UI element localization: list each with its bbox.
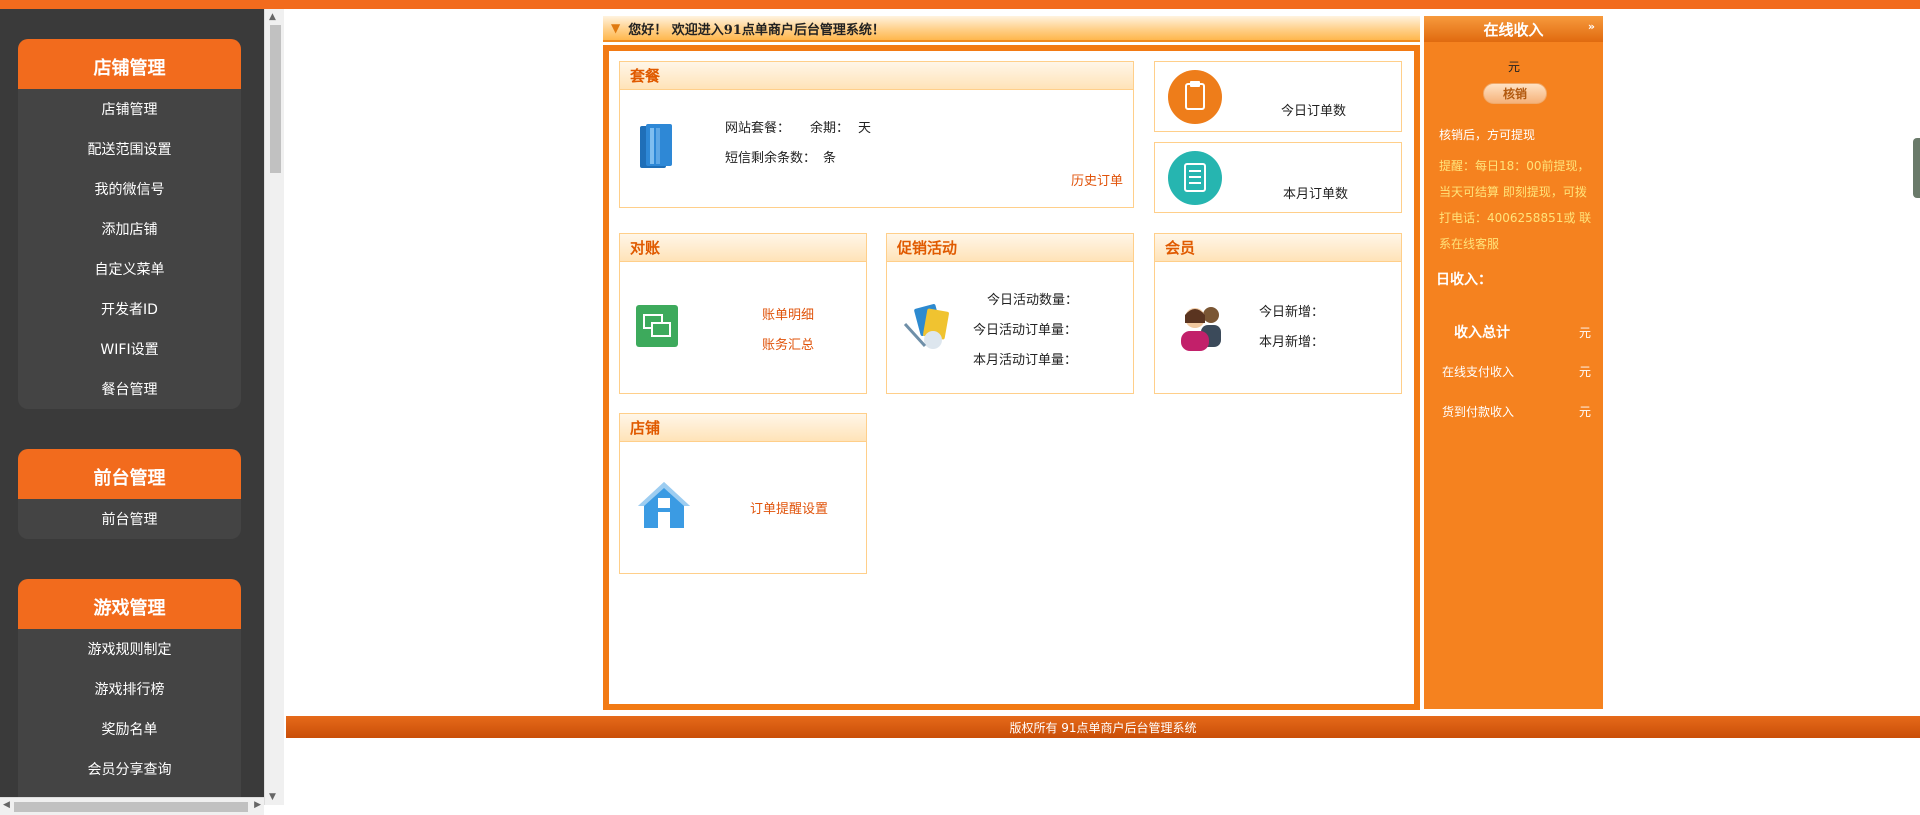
users-icon (1173, 301, 1229, 357)
sidebar-vertical-scrollbar[interactable]: ▲ ▼ (264, 9, 284, 805)
income-currency: 元 (1508, 60, 1521, 74)
sidebar-item-wifi[interactable]: WIFI设置 (18, 329, 241, 369)
scrollbar-thumb[interactable] (14, 802, 248, 812)
store-box: 店铺 订单提醒设置 (619, 413, 867, 574)
footer: 版权所有 91点单商户后台管理系统 (286, 716, 1920, 738)
menu-group-title: 游戏管理 (18, 579, 241, 629)
income-panel-title: 在线收入 (1483, 20, 1544, 39)
today-promo-count-label: 今日活动数量： (987, 293, 1079, 308)
scroll-down-arrow-icon[interactable]: ▼ (269, 792, 276, 802)
withdraw-reminder: 提醒：每日18：00前提现，当天可结算 即刻提现，可拨打电话：400625885… (1439, 159, 1592, 251)
sidebar-item-custom-menu[interactable]: 自定义菜单 (18, 249, 241, 289)
sidebar-item-wechat[interactable]: 我的微信号 (18, 169, 241, 209)
site-package-label: 网站套餐： (725, 121, 791, 136)
collapse-chevron-icon[interactable]: » (1588, 20, 1595, 33)
menu-group-title: 店铺管理 (18, 39, 241, 89)
chevron-down-icon: ▼ (611, 21, 621, 35)
account-summary-link[interactable]: 账务汇总 (762, 334, 814, 353)
days-unit: 天 (858, 121, 872, 136)
today-promo-orders-label: 今日活动订单量： (973, 323, 1078, 338)
sidebar-item-delivery-range[interactable]: 配送范围设置 (18, 129, 241, 169)
box-title: 店铺 (620, 414, 866, 442)
sidebar-item-game-rules[interactable]: 游戏规则制定 (18, 629, 241, 669)
month-orders-box: 本月订单数 (1154, 142, 1402, 213)
package-box: 套餐 网站套餐： 余期： 天 短信剩余条数： 条 历史订单 (619, 61, 1134, 208)
reconcile-box: 对账 账单明细 账务汇总 (619, 233, 867, 394)
side-toolbar-tab[interactable] (1913, 138, 1920, 198)
today-orders-box: 今日订单数 (1154, 61, 1402, 132)
menu-group-games: 游戏管理 游戏规则制定 游戏排行榜 奖励名单 会员分享查询 (18, 579, 241, 805)
income-total-label: 收入总计 (1454, 325, 1510, 341)
menu-group-store: 店铺管理 店铺管理 配送范围设置 我的微信号 添加店铺 自定义菜单 开发者ID … (18, 39, 241, 409)
box-title: 对账 (620, 234, 866, 262)
online-payment-income-unit: 元 (1579, 365, 1592, 379)
promotion-cards-icon (903, 302, 957, 358)
bill-detail-link[interactable]: 账单明细 (762, 304, 814, 323)
box-title: 促销活动 (887, 234, 1133, 262)
sidebar-item-add-store[interactable]: 添加店铺 (18, 209, 241, 249)
sidebar-item-member-share[interactable]: 会员分享查询 (18, 749, 241, 789)
cod-income-label: 货到付款收入 (1442, 405, 1515, 419)
scrollbar-thumb[interactable] (270, 25, 281, 173)
month-promo-orders-label: 本月活动订单量： (973, 353, 1078, 368)
sidebar-item-tables[interactable]: 餐台管理 (18, 369, 241, 409)
month-new-members-label: 本月新增： (1259, 335, 1325, 350)
window-icon (636, 305, 678, 351)
scroll-right-arrow-icon[interactable]: ▶ (254, 800, 261, 810)
online-payment-income-label: 在线支付收入 (1442, 365, 1515, 379)
box-title: 套餐 (620, 62, 1133, 90)
history-orders-link[interactable]: 历史订单 (1071, 170, 1123, 189)
verify-note: 核销后，方可提现 (1439, 128, 1536, 142)
daily-income-label: 日收入： (1436, 272, 1492, 288)
remaining-label: 余期： (810, 121, 850, 136)
members-box: 会员 今日新增： 本月新增： (1154, 233, 1402, 394)
book-icon (636, 122, 678, 176)
order-reminder-link[interactable]: 订单提醒设置 (750, 498, 828, 517)
today-new-members-label: 今日新增： (1259, 305, 1325, 320)
menu-group-title: 前台管理 (18, 449, 241, 499)
sidebar-item-game-ranking[interactable]: 游戏排行榜 (18, 669, 241, 709)
online-income-panel: 在线收入 » 元 核销 核销后，方可提现 提醒：每日18：00前提现，当天可结算… (1424, 16, 1603, 709)
cod-income-unit: 元 (1579, 405, 1592, 419)
sidebar-item-developer-id[interactable]: 开发者ID (18, 289, 241, 329)
sidebar: 店铺管理 店铺管理 配送范围设置 我的微信号 添加店铺 自定义菜单 开发者ID … (0, 9, 264, 805)
clipboard-icon (1167, 69, 1223, 129)
sidebar-item-frontdesk[interactable]: 前台管理 (18, 499, 241, 539)
document-list-icon (1167, 150, 1223, 210)
sms-remaining-label: 短信剩余条数： (725, 151, 817, 166)
scroll-up-arrow-icon[interactable]: ▲ (269, 12, 276, 22)
sms-unit: 条 (823, 151, 837, 166)
dashboard-panel: 套餐 网站套餐： 余期： 天 短信剩余条数： 条 历史订单 今日订单数 本月订单… (603, 45, 1420, 710)
income-panel-header: 在线收入 » (1424, 16, 1603, 42)
sidebar-item-reward-list[interactable]: 奖励名单 (18, 709, 241, 749)
promotions-box: 促销活动 今日活动数量： 今日活动订单量： 本月活动订单量： (886, 233, 1134, 394)
house-icon (636, 480, 692, 536)
box-title: 会员 (1155, 234, 1401, 262)
top-accent-bar (0, 0, 1920, 9)
copyright-text: 版权所有 91点单商户后台管理系统 (1009, 720, 1197, 735)
welcome-text: 您好！ 欢迎进入91点单商户后台管理系统！ (628, 22, 885, 38)
sidebar-horizontal-scrollbar[interactable]: ◀ ▶ (0, 797, 264, 815)
income-total-unit: 元 (1579, 326, 1592, 340)
verify-button[interactable]: 核销 (1483, 83, 1547, 104)
menu-group-frontdesk: 前台管理 前台管理 (18, 449, 241, 539)
sidebar-item-store-management[interactable]: 店铺管理 (18, 89, 241, 129)
month-orders-label: 本月订单数 (1283, 187, 1349, 202)
today-orders-label: 今日订单数 (1281, 104, 1347, 119)
scroll-left-arrow-icon[interactable]: ◀ (3, 800, 10, 810)
welcome-bar: ▼ 您好！ 欢迎进入91点单商户后台管理系统！ (603, 16, 1420, 42)
